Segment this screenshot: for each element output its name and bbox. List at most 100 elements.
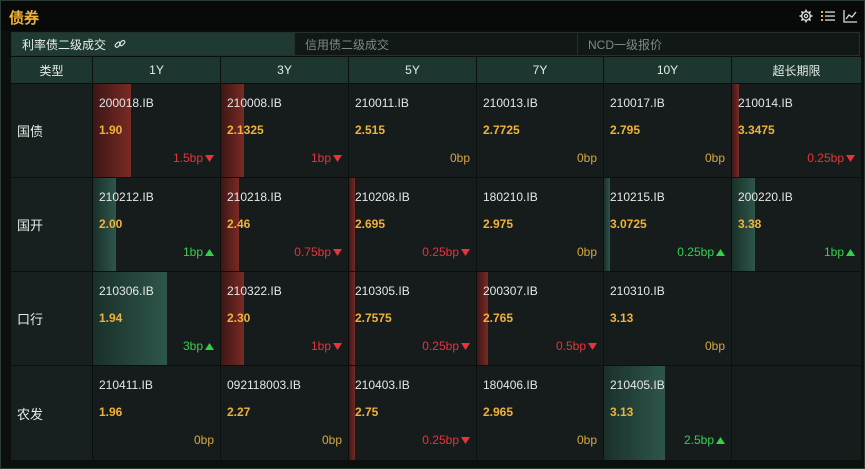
tab-label: 信用债二级成交 <box>305 37 390 52</box>
yield-change-text: 0.25bp <box>422 245 459 259</box>
column-header-tenor: 7Y <box>477 57 604 84</box>
triangle-down-icon <box>333 342 342 350</box>
bond-cell <box>732 272 862 366</box>
bond-cell[interactable]: 180406.IB 2.965 0bp <box>477 366 604 461</box>
bond-code: 210017.IB <box>610 96 665 110</box>
link-icon[interactable] <box>114 38 126 50</box>
bond-cell[interactable]: 210218.IB 2.46 0.75bp <box>221 178 349 272</box>
column-header-tenor: 5Y <box>349 57 477 84</box>
bond-yield: 3.3475 <box>738 123 775 137</box>
yield-change-text: 1.5bp <box>172 151 203 165</box>
bond-cell[interactable]: 210411.IB 1.96 0bp <box>93 366 221 461</box>
tab-ncd-quotes[interactable]: NCD一级报价 <box>577 32 860 56</box>
triangle-up-icon <box>205 342 214 350</box>
line-chart-icon[interactable] <box>842 8 858 24</box>
yield-change-text: 0bp <box>449 151 470 165</box>
column-header-type: 类型 <box>11 57 93 84</box>
triangle-up-icon <box>205 248 214 256</box>
bond-cell[interactable]: 210403.IB 2.75 0.25bp <box>349 366 477 461</box>
yield-change-text: 0bp <box>576 245 597 259</box>
bond-yield: 2.965 <box>483 405 514 419</box>
yield-change: 0.25bp <box>422 433 470 447</box>
bond-cell[interactable]: 210208.IB 2.695 0.25bp <box>349 178 477 272</box>
bond-code: 210306.IB <box>99 284 154 298</box>
bond-cell[interactable]: 180210.IB 2.975 0bp <box>477 178 604 272</box>
bond-cell[interactable]: 210014.IB 3.3475 0.25bp <box>732 84 862 178</box>
row-label: 口行 <box>11 272 93 366</box>
bond-cell[interactable]: 200018.IB 1.90 1.5bp <box>93 84 221 178</box>
bond-cell[interactable]: 210405.IB 3.13 2.5bp <box>604 366 732 461</box>
title-bar: 债券 <box>1 1 864 31</box>
tab-rate-bond-trades[interactable]: 利率债二级成交 <box>11 32 294 56</box>
bond-yield: 3.13 <box>610 405 634 419</box>
bond-yield: 2.795 <box>610 123 641 137</box>
bond-code: 210013.IB <box>483 96 538 110</box>
yield-change: 1bp <box>824 245 855 259</box>
bond-code: 210405.IB <box>610 378 665 392</box>
bond-grid: 类型 1Y 3Y 5Y 7Y 10Y 超长期限 国债 200018.IB 1.90 1.5bp 210… <box>11 57 862 461</box>
bond-code: 210011.IB <box>355 96 409 110</box>
bond-cell[interactable]: 210322.IB 2.30 1bp <box>221 272 349 366</box>
column-header-tenor: 超长期限 <box>732 57 862 84</box>
bond-code: 210305.IB <box>355 284 410 298</box>
yield-change-text: 0bp <box>704 151 725 165</box>
triangle-down-icon <box>846 154 855 162</box>
yield-change: 1bp <box>183 245 214 259</box>
bond-yield: 2.27 <box>227 405 251 419</box>
yield-change-text: 0bp <box>576 433 597 447</box>
triangle-up-icon <box>716 248 725 256</box>
yield-change: 0bp <box>705 151 725 165</box>
yield-change: 2.5bp <box>684 433 725 447</box>
bond-cell[interactable]: 200220.IB 3.38 1bp <box>732 178 862 272</box>
panel-title: 债券 <box>9 10 40 27</box>
bond-cell[interactable]: 210017.IB 2.795 0bp <box>604 84 732 178</box>
bond-cell[interactable]: 210305.IB 2.7575 0.25bp <box>349 272 477 366</box>
tab-bar: 利率债二级成交 信用债二级成交 NCD一级报价 <box>11 32 862 56</box>
bond-code: 180210.IB <box>483 190 538 204</box>
bond-code: 200307.IB <box>483 284 538 298</box>
gear-icon[interactable] <box>798 8 814 24</box>
bond-code: 210411.IB <box>99 378 153 392</box>
bond-code: 180406.IB <box>483 378 538 392</box>
bond-code: 210403.IB <box>355 378 410 392</box>
bond-cell[interactable]: 210008.IB 2.1325 1bp <box>221 84 349 178</box>
tab-credit-bond-trades[interactable]: 信用债二级成交 <box>294 32 577 56</box>
bond-cell[interactable]: 210215.IB 3.0725 0.25bp <box>604 178 732 272</box>
yield-change: 0bp <box>577 433 597 447</box>
column-header-tenor: 1Y <box>93 57 221 84</box>
triangle-down-icon <box>333 248 342 256</box>
bond-cell[interactable]: 210013.IB 2.7725 0bp <box>477 84 604 178</box>
yield-change: 0.25bp <box>422 339 470 353</box>
bond-cell[interactable]: 092118003.IB 2.27 0bp <box>221 366 349 461</box>
bond-cell <box>732 366 862 461</box>
bond-yield: 3.38 <box>738 217 762 231</box>
bond-cell[interactable]: 210011.IB 2.515 0bp <box>349 84 477 178</box>
bond-code: 210215.IB <box>610 190 665 204</box>
bond-code: 092118003.IB <box>227 378 301 392</box>
yield-change-text: 1bp <box>182 245 203 259</box>
bond-cell[interactable]: 210212.IB 2.00 1bp <box>93 178 221 272</box>
bond-code: 210014.IB <box>738 96 793 110</box>
yield-change-text: 0.25bp <box>677 245 714 259</box>
bond-code: 210008.IB <box>227 96 282 110</box>
yield-change-text: 1bp <box>310 339 331 353</box>
bond-yield: 2.975 <box>483 217 514 231</box>
yield-change: 1bp <box>311 339 342 353</box>
bond-code: 210212.IB <box>99 190 154 204</box>
triangle-up-icon <box>846 248 855 256</box>
triangle-down-icon <box>461 342 470 350</box>
yield-change-text: 0bp <box>321 433 342 447</box>
bond-cell[interactable]: 200307.IB 2.765 0.5bp <box>477 272 604 366</box>
tab-label: 利率债二级成交 <box>22 37 107 52</box>
bond-yield: 2.7725 <box>483 123 520 137</box>
yield-change-text: 0.25bp <box>422 339 459 353</box>
bond-yield: 1.90 <box>99 123 123 137</box>
yield-change-text: 0.25bp <box>422 433 459 447</box>
yield-change-text: 0bp <box>576 151 597 165</box>
yield-change: 0.25bp <box>422 245 470 259</box>
bond-cell[interactable]: 210306.IB 1.94 3bp <box>93 272 221 366</box>
bond-cell[interactable]: 210310.IB 3.13 0bp <box>604 272 732 366</box>
yield-change: 0.75bp <box>294 245 342 259</box>
bond-code: 200018.IB <box>99 96 154 110</box>
list-icon[interactable] <box>820 8 836 24</box>
